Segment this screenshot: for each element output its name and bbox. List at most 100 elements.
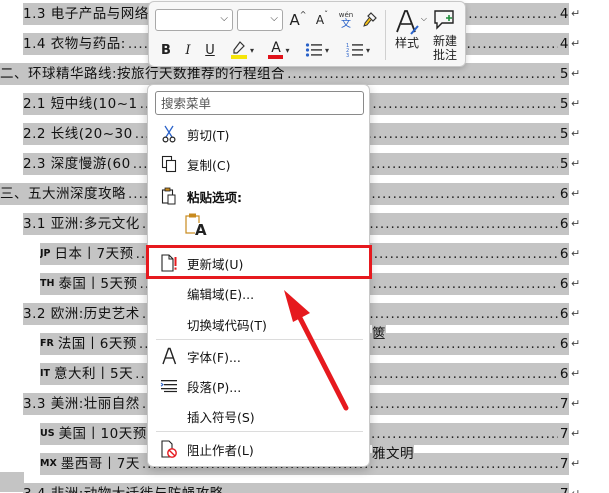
paragraph-mark-icon: ↵	[571, 217, 581, 230]
toc-page-number: 5	[559, 66, 569, 82]
format-painter-button[interactable]	[359, 9, 381, 31]
context-menu: 剪切(T) 复制(C) 粘贴选项: A	[147, 84, 370, 467]
paragraph-mark-icon: ↵	[571, 427, 581, 440]
menu-item-paragraph[interactable]: 段落(P)...	[149, 371, 369, 401]
toc-line-text: 2.1 短中线(10~1	[23, 96, 138, 112]
font-name-combo[interactable]: ⌵	[155, 9, 233, 31]
font-size-combo[interactable]: ⌵	[237, 9, 283, 31]
styles-icon	[396, 10, 419, 35]
menu-item-toggle-field-codes-label: 切换域代码(T)	[187, 317, 267, 333]
chevron-down-icon: ▾	[324, 45, 329, 55]
menu-item-paragraph-label: 段落(P)...	[187, 379, 242, 395]
font-icon	[159, 346, 179, 366]
paragraph-mark-icon: ↵	[571, 337, 581, 350]
toc-page-number: 5	[559, 156, 569, 172]
shrink-font-icon: A	[315, 13, 325, 27]
scissors-icon	[159, 124, 179, 144]
chevron-down-icon: ▾	[285, 45, 290, 55]
phonetic-bottom: 文	[341, 19, 351, 30]
toc-line-text: 3.2 欧洲:历史艺术	[23, 306, 140, 322]
mini-toolbar: ⌵ ⌵ A ^ Aˇ wén 文 B I U ▾ A ▾ ▾ 1 2 3 ▾ ⌵…	[148, 1, 466, 67]
menu-item-cut[interactable]: 剪切(T)	[149, 119, 369, 149]
menu-search-input[interactable]	[155, 91, 364, 115]
numbered-list-icon: 1 2 3	[346, 43, 363, 58]
paste-option-letter: A	[195, 221, 207, 239]
grow-font-button[interactable]: A ^	[287, 9, 309, 31]
new-comment-icon	[434, 10, 454, 30]
font-color-button[interactable]: A ▾	[263, 39, 295, 61]
styles-button[interactable]: ⌵ 样式	[387, 6, 427, 64]
styles-label: 样式	[394, 36, 419, 50]
menu-item-block-author-label: 阻止作者(L)	[187, 442, 254, 458]
toc-page-number: 4	[559, 6, 569, 22]
toc-line-text: 3.1 亚洲:多元文化	[23, 216, 140, 232]
menu-item-update-field-label: 更新域(U)	[187, 256, 244, 272]
paragraph-mark-icon: ↵	[571, 483, 581, 493]
toc-page-number: 5	[559, 126, 569, 142]
toc-flag-code: TH	[40, 278, 55, 289]
menu-item-copy[interactable]: 复制(C)	[149, 149, 369, 179]
highlighter-icon	[230, 41, 247, 59]
toc-line-text: 墨西哥丨7天	[60, 456, 140, 472]
toc-line-text: 3.3 美洲:壮丽自然	[23, 396, 140, 412]
toc-flag-code: FR	[40, 338, 54, 349]
toc-line-text: 1.3 电子产品与网络	[23, 6, 149, 22]
toc-line[interactable]: 3.4 非洲:动物大迁徙与防蝇攻略.......................…	[23, 483, 569, 493]
toc-line-text: 意大利丨5天	[54, 366, 134, 382]
toc-line-text: 2.3 深度慢游(60	[23, 156, 131, 172]
italic-button[interactable]: I	[179, 39, 197, 61]
toc-line-text: 2.2 长线(20~30	[23, 126, 133, 142]
toc-line-text: 日本丨7天预	[54, 246, 134, 262]
font-color-bar	[268, 55, 284, 59]
toc-flag-code: US	[40, 428, 55, 439]
underline-button[interactable]: U	[201, 39, 219, 61]
toc-flag-code: JP	[40, 248, 51, 259]
bullets-button[interactable]: ▾	[301, 39, 333, 61]
toc-page-number: 6	[559, 186, 569, 202]
toc-line-text: 美国丨10天预	[58, 426, 147, 442]
phonetic-guide-button[interactable]: wén 文	[335, 7, 357, 33]
menu-item-edit-field-label: 编辑域(E)...	[187, 286, 255, 302]
paragraph-mark-icon: ↵	[571, 67, 581, 80]
numbering-button[interactable]: 1 2 3 ▾	[341, 39, 375, 61]
new-comment-button[interactable]: 新建 批注	[425, 6, 465, 64]
menu-item-edit-field[interactable]: 编辑域(E)...	[149, 278, 369, 308]
update-field-icon	[159, 253, 179, 273]
font-color-icon: A	[271, 40, 281, 56]
menu-item-font[interactable]: 字体(F)...	[149, 341, 369, 371]
toc-right-fragment-1: 篋	[372, 323, 386, 345]
menu-item-cut-label: 剪切(T)	[187, 127, 230, 143]
grow-font-icon: A	[289, 11, 300, 29]
menu-item-copy-label: 复制(C)	[187, 157, 231, 173]
toc-page-number: 7	[559, 426, 569, 442]
menu-item-insert-symbol[interactable]: 插入符号(S)	[149, 401, 369, 431]
bullet-list-icon	[305, 43, 322, 57]
menu-item-paste-options: 粘贴选项:	[149, 181, 369, 211]
paste-keep-text-only-button[interactable]: A	[184, 212, 212, 240]
paragraph-mark-icon: ↵	[571, 457, 581, 470]
new-comment-label-2: 批注	[432, 48, 457, 62]
paragraph-icon	[159, 376, 179, 396]
toc-line-text: 3.4 非洲:动物大迁徙与防蝇攻略	[23, 483, 226, 493]
toc-page-number: 6	[559, 276, 569, 292]
svg-text:3: 3	[346, 53, 349, 58]
highlight-color-button[interactable]: ▾	[225, 39, 259, 61]
bold-button[interactable]: B	[157, 39, 175, 61]
menu-item-update-field[interactable]: 更新域(U)	[149, 248, 369, 278]
menu-item-paste-label: 粘贴选项:	[187, 189, 242, 205]
paragraph-mark-icon: ↵	[571, 187, 581, 200]
menu-item-toggle-field-codes[interactable]: 切换域代码(T)	[149, 309, 369, 339]
toc-page-number: 7	[558, 483, 569, 493]
toc-line-text: 三、五大洲深度攻略	[0, 186, 126, 202]
paragraph-mark-icon: ↵	[571, 97, 581, 110]
menu-item-block-author[interactable]: 阻止作者(L)	[149, 434, 369, 464]
menu-separator	[156, 245, 363, 246]
copy-icon	[159, 154, 179, 174]
shrink-font-button[interactable]: Aˇ	[311, 9, 333, 31]
toc-flag-code: MX	[40, 458, 57, 469]
menu-separator	[156, 339, 363, 340]
toc-page-number: 6	[559, 246, 569, 262]
toc-page-number: 7	[559, 456, 569, 472]
paragraph-mark-icon: ↵	[571, 367, 581, 380]
toc-page-number: 6	[559, 336, 569, 352]
